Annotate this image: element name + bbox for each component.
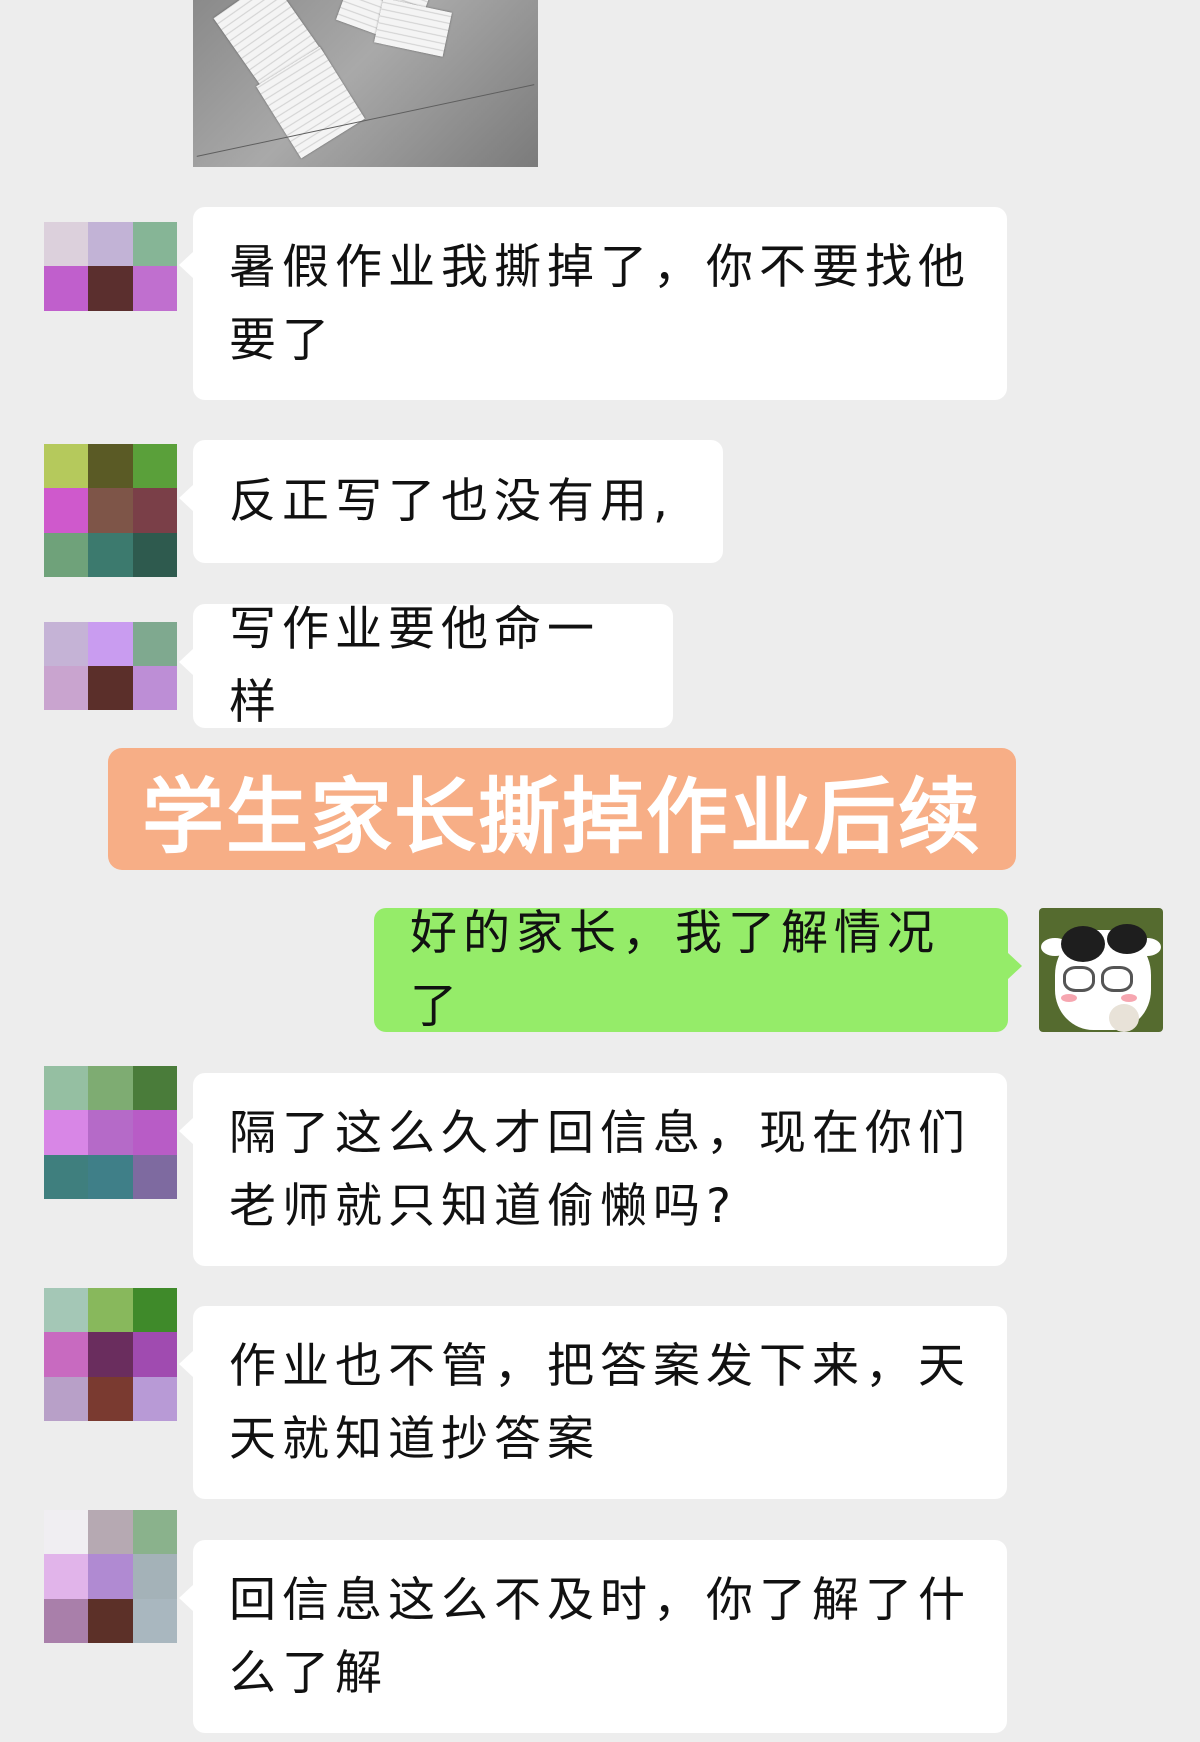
floor-line xyxy=(196,84,535,157)
message-bubble[interactable]: 暑假作业我撕掉了，你不要找他 要了 xyxy=(179,207,1007,400)
teacher-avatar[interactable] xyxy=(1039,908,1163,1032)
cheek-blush xyxy=(1061,994,1077,1002)
message-text: 作业也不管，把答案发下来，天 天就知道抄答案 xyxy=(229,1330,971,1476)
message-text: 回信息这么不及时，你了解了什 么了解 xyxy=(229,1564,971,1710)
cheek-blush xyxy=(1121,994,1137,1002)
message-text: 隔了这么久才回信息，现在你们 老师就只知道偷懒吗? xyxy=(229,1097,971,1243)
parent-avatar[interactable] xyxy=(44,622,177,710)
paper-scrap xyxy=(374,0,452,57)
sent-message-bubble[interactable]: 好的家长，我了解情况了 xyxy=(374,906,1022,1034)
message-text: 写作业要他命一样 xyxy=(229,602,600,730)
message-line: 么了解 xyxy=(229,1645,388,1701)
cow-spot xyxy=(1107,924,1147,954)
message-bubble[interactable]: 隔了这么久才回信息，现在你们 老师就只知道偷懒吗? xyxy=(179,1073,1007,1266)
message-line: 作业也不管，把答案发下来，天 xyxy=(229,1338,971,1394)
message-text: 反正写了也没有用, xyxy=(229,474,674,529)
parent-avatar[interactable] xyxy=(44,222,177,355)
parent-avatar[interactable] xyxy=(44,1066,177,1199)
torn-homework-photo[interactable] xyxy=(193,0,538,167)
glasses-icon xyxy=(1063,966,1095,992)
cow-hand xyxy=(1109,1004,1139,1032)
message-bubble[interactable]: 反正写了也没有用, xyxy=(179,440,723,563)
overlay-title: 学生家长撕掉作业后续 xyxy=(141,769,982,865)
message-line: 要了 xyxy=(229,312,335,368)
message-line: 老师就只知道偷懒吗? xyxy=(229,1178,737,1234)
message-line: 回信息这么不及时，你了解了什 xyxy=(229,1572,971,1628)
message-text: 暑假作业我撕掉了，你不要找他 要了 xyxy=(229,231,971,377)
parent-avatar[interactable] xyxy=(44,1510,177,1643)
message-bubble[interactable]: 写作业要他命一样 xyxy=(179,602,673,730)
message-bubble[interactable]: 回信息这么不及时，你了解了什 么了解 xyxy=(179,1540,1007,1733)
chat-window: 暑假作业我撕掉了，你不要找他 要了 反正写了也没有用, 写作业要他命一样 学生家… xyxy=(0,0,1200,1742)
parent-avatar[interactable] xyxy=(44,444,177,577)
message-line: 天就知道抄答案 xyxy=(229,1411,600,1467)
message-line: 隔了这么久才回信息，现在你们 xyxy=(229,1105,971,1161)
glasses-icon xyxy=(1101,966,1133,992)
message-bubble[interactable]: 作业也不管，把答案发下来，天 天就知道抄答案 xyxy=(179,1306,1007,1499)
overlay-banner: 学生家长撕掉作业后续 xyxy=(108,748,1016,870)
cow-spot xyxy=(1061,926,1105,962)
message-text: 好的家长，我了解情况了 xyxy=(410,906,940,1034)
parent-avatar[interactable] xyxy=(44,1288,177,1421)
message-line: 暑假作业我撕掉了，你不要找他 xyxy=(229,239,971,295)
